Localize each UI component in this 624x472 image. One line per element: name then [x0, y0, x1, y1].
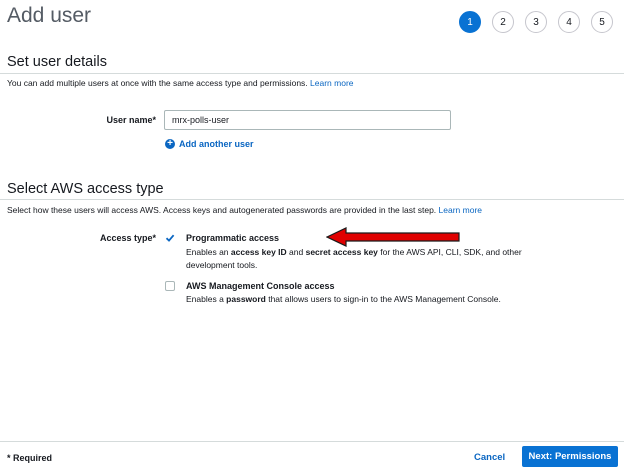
wizard-steps: 1 2 3 4 5 [459, 11, 613, 33]
desc-text: and [286, 247, 306, 257]
user-name-input[interactable] [164, 110, 451, 130]
access-type-description: Select how these users will access AWS. … [7, 205, 482, 215]
console-access-checkbox[interactable] [165, 281, 175, 291]
desc-bold: password [226, 294, 266, 304]
step-2[interactable]: 2 [492, 11, 514, 33]
plus-circle-icon: + [165, 139, 175, 149]
console-access-description: Enables a password that allows users to … [186, 293, 546, 306]
learn-more-link[interactable]: Learn more [310, 78, 353, 88]
desc-text: Enables a [186, 294, 227, 304]
red-arrow-icon [326, 227, 460, 247]
console-access-title: AWS Management Console access [186, 281, 335, 291]
programmatic-access-checkbox[interactable] [165, 233, 175, 243]
step-4[interactable]: 4 [558, 11, 580, 33]
footer-divider [0, 441, 624, 442]
programmatic-access-title: Programmatic access [186, 233, 280, 243]
desc-bold: secret access key [305, 247, 378, 257]
step-1[interactable]: 1 [459, 11, 481, 33]
divider [0, 199, 624, 200]
page-title: Add user [7, 4, 92, 27]
user-details-description-text: You can add multiple users at once with … [7, 78, 308, 88]
user-name-label: User name* [106, 115, 156, 125]
desc-text: that allows users to sign-in to the AWS … [265, 294, 501, 304]
add-another-user-button[interactable]: + Add another user [165, 139, 254, 149]
user-details-title: Set user details [7, 54, 107, 70]
access-type-title: Select AWS access type [7, 181, 164, 197]
access-type-description-text: Select how these users will access AWS. … [7, 205, 437, 215]
desc-text: Enables an [186, 247, 231, 257]
next-permissions-button[interactable]: Next: Permissions [522, 446, 618, 467]
add-another-user-label: Add another user [179, 139, 254, 149]
required-note: * Required [7, 453, 53, 463]
programmatic-access-description: Enables an access key ID and secret acce… [186, 246, 526, 272]
cancel-button[interactable]: Cancel [474, 452, 505, 463]
step-5[interactable]: 5 [591, 11, 613, 33]
access-type-label: Access type* [99, 233, 156, 243]
divider [0, 73, 624, 74]
check-icon [165, 234, 175, 242]
user-details-description: You can add multiple users at once with … [7, 78, 354, 88]
step-3[interactable]: 3 [525, 11, 547, 33]
learn-more-link[interactable]: Learn more [439, 205, 482, 215]
desc-bold: access key ID [230, 247, 287, 257]
